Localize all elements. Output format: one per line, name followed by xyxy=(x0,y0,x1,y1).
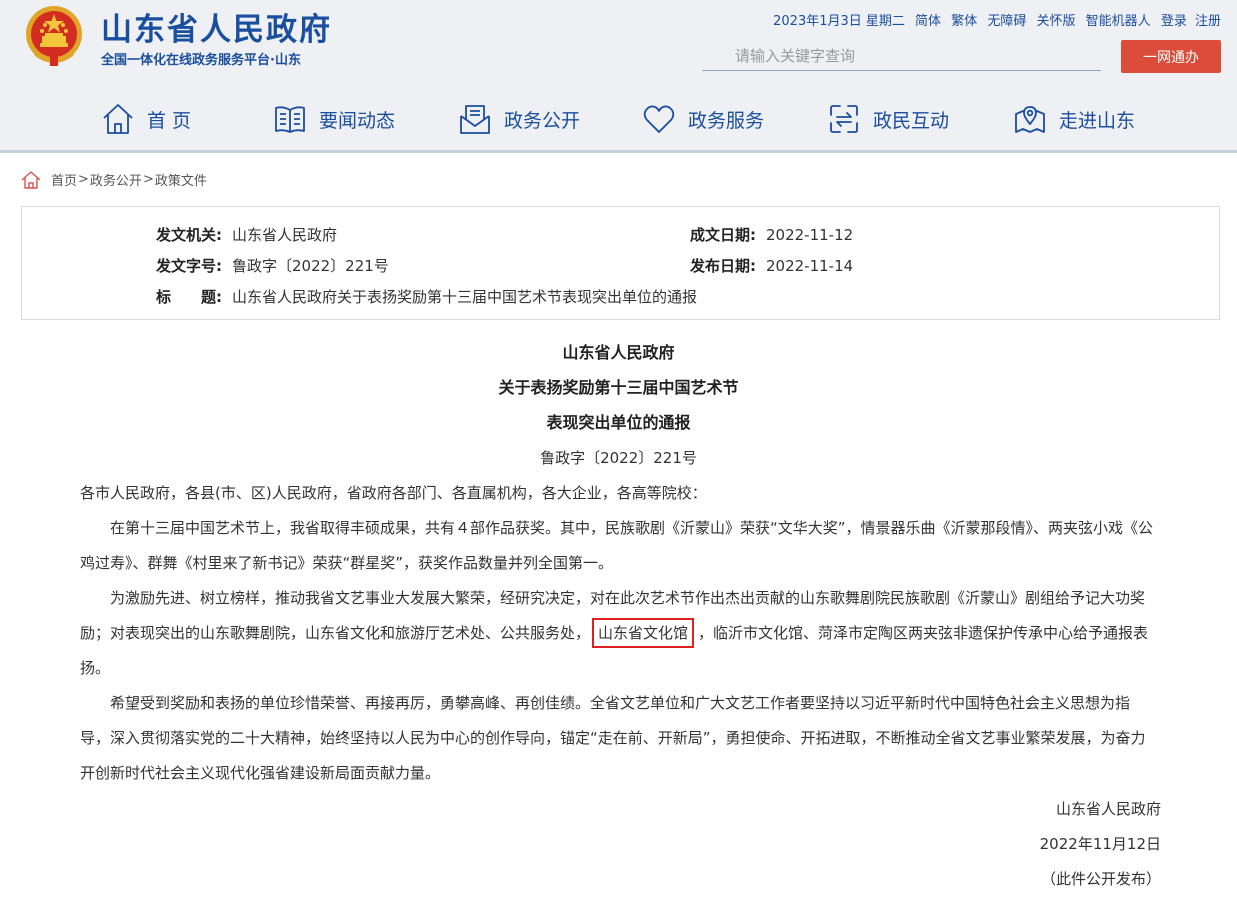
meta-title: 标 题: 山东省人民政府关于表扬奖励第十三届中国艺术节表现突出单位的通报 xyxy=(156,286,697,307)
breadcrumb-policy-docs[interactable]: 政策文件 xyxy=(155,170,207,189)
signature-date: 2022年11月12日 xyxy=(1039,835,1161,853)
meta-publish-date-value: 2022-11-14 xyxy=(766,257,854,275)
home-icon xyxy=(103,104,133,134)
meta-number: 发文字号: 鲁政字〔2022〕221号 xyxy=(156,255,389,276)
nav-home[interactable]: 首 页 xyxy=(101,97,191,141)
link-traditional[interactable]: 繁体 xyxy=(951,14,977,29)
nav-gov-open-label: 政务公开 xyxy=(504,109,581,132)
meta-made-date-label: 成文日期: xyxy=(690,226,756,244)
link-login[interactable]: 登录 xyxy=(1161,14,1187,29)
home-icon[interactable] xyxy=(21,170,41,189)
heart-icon xyxy=(643,105,675,133)
exchange-icon xyxy=(830,105,858,133)
doc-title-line-2: 关于表扬奖励第十三届中国艺术节 xyxy=(498,378,739,397)
nav-gov-service-label: 政务服务 xyxy=(688,109,765,132)
breadcrumb-gov-open[interactable]: 政务公开 xyxy=(90,170,142,189)
link-simplified[interactable]: 简体 xyxy=(915,14,941,29)
document-meta-box: 发文机关: 山东省人民政府 发文字号: 鲁政字〔2022〕221号 标 题: 山东省人… xyxy=(21,206,1220,320)
search-input[interactable] xyxy=(702,43,1101,69)
nav-gov-open[interactable]: 政务公开 xyxy=(458,97,580,141)
search-box xyxy=(702,43,1101,71)
doc-title-line-3: 表现突出单位的通报 xyxy=(546,413,691,432)
nav-shandong-label: 走进山东 xyxy=(1059,109,1136,132)
document-body: 各市人民政府，各县(市、区)人民政府，省政府各部门、各直属机构，各大企业，各高等… xyxy=(80,476,1156,791)
map-pin-icon xyxy=(1015,106,1045,133)
highlighted-entity: 山东省文化馆 xyxy=(592,618,695,648)
nav-shandong[interactable]: 走进山东 xyxy=(1013,97,1135,141)
paragraph-2: 为激励先进、树立榜样，推动我省文艺事业大发展大繁荣，经研究决定，对在此次艺术节作… xyxy=(80,581,1156,686)
site-title[interactable]: 山东省人民政府 xyxy=(101,4,332,49)
link-accessibility[interactable]: 无障碍 xyxy=(987,14,1026,29)
nav-news[interactable]: 要闻动态 xyxy=(273,97,395,141)
breadcrumb: 首页 > 政务公开 > 政策文件 xyxy=(21,170,207,189)
breadcrumb-home[interactable]: 首页 xyxy=(51,170,77,189)
mail-doc-icon xyxy=(460,105,490,134)
salutation: 各市人民政府，各县(市、区)人民政府，省政府各部门、各直属机构，各大企业，各高等… xyxy=(80,484,707,502)
doc-number: 鲁政字〔2022〕221号 xyxy=(540,449,697,467)
doc-title-line-1: 山东省人民政府 xyxy=(562,343,675,362)
meta-issuer-value: 山东省人民政府 xyxy=(232,226,338,244)
signature-block: 山东省人民政府 2022年11月12日 （此件公开发布） xyxy=(1040,792,1161,897)
meta-number-value: 鲁政字〔2022〕221号 xyxy=(232,257,389,275)
paragraph-3: 希望受到奖励和表扬的单位珍惜荣誉、再接再厉，勇攀高峰、再创佳绩。全省文艺单位和广… xyxy=(80,694,1146,782)
nav-interaction-label: 政民互动 xyxy=(873,109,950,132)
meta-made-date-value: 2022-11-12 xyxy=(766,226,854,244)
current-date: 2023年1月3日 星期二 xyxy=(773,14,905,29)
main-nav: 首 页 要闻动态 政务公开 政务服务 政民互动 走进山东 xyxy=(0,97,1237,141)
nav-interaction[interactable]: 政民互动 xyxy=(827,97,949,141)
meta-number-label: 发文字号: xyxy=(156,257,222,275)
breadcrumb-separator: > xyxy=(78,172,89,187)
national-emblem-icon xyxy=(26,6,82,66)
paragraph-1: 在第十三届中国艺术节上，我省取得丰硕成果，共有４部作品获奖。其中，民族歌剧《沂蒙… xyxy=(80,519,1154,572)
yiwang-tongban-button[interactable]: 一网通办 xyxy=(1121,40,1221,73)
meta-made-date: 成文日期: 2022-11-12 xyxy=(690,224,853,245)
meta-issuer: 发文机关: 山东省人民政府 xyxy=(156,224,337,245)
signature-issuer: 山东省人民政府 xyxy=(1055,800,1161,818)
link-register[interactable]: 注册 xyxy=(1195,14,1221,29)
nav-news-label: 要闻动态 xyxy=(319,109,396,132)
link-smart-robot[interactable]: 智能机器人 xyxy=(1086,14,1151,29)
meta-publish-date-label: 发布日期: xyxy=(690,257,756,275)
link-care-version[interactable]: 关怀版 xyxy=(1037,14,1076,29)
book-icon xyxy=(275,106,305,133)
release-note: （此件公开发布） xyxy=(1040,870,1161,888)
meta-issuer-label: 发文机关: xyxy=(156,226,222,244)
meta-publish-date: 发布日期: 2022-11-14 xyxy=(690,255,853,276)
meta-title-label: 标 题: xyxy=(156,288,222,306)
top-links-bar: 2023年1月3日 星期二 简体 繁体 无障碍 关怀版 智能机器人 登录 注册 xyxy=(773,10,1221,29)
breadcrumb-separator: > xyxy=(142,172,154,187)
nav-gov-service[interactable]: 政务服务 xyxy=(642,97,764,141)
document-title: 山东省人民政府 关于表扬奖励第十三届中国艺术节 表现突出单位的通报 鲁政字〔20… xyxy=(0,339,1237,472)
meta-title-value: 山东省人民政府关于表扬奖励第十三届中国艺术节表现突出单位的通报 xyxy=(232,288,698,306)
site-header: 山东省人民政府 全国一体化在线政务服务平台·山东 2023年1月3日 星期二 简… xyxy=(0,0,1237,153)
nav-home-label: 首 页 xyxy=(147,109,192,132)
site-subtitle: 全国一体化在线政务服务平台·山东 xyxy=(101,53,301,68)
